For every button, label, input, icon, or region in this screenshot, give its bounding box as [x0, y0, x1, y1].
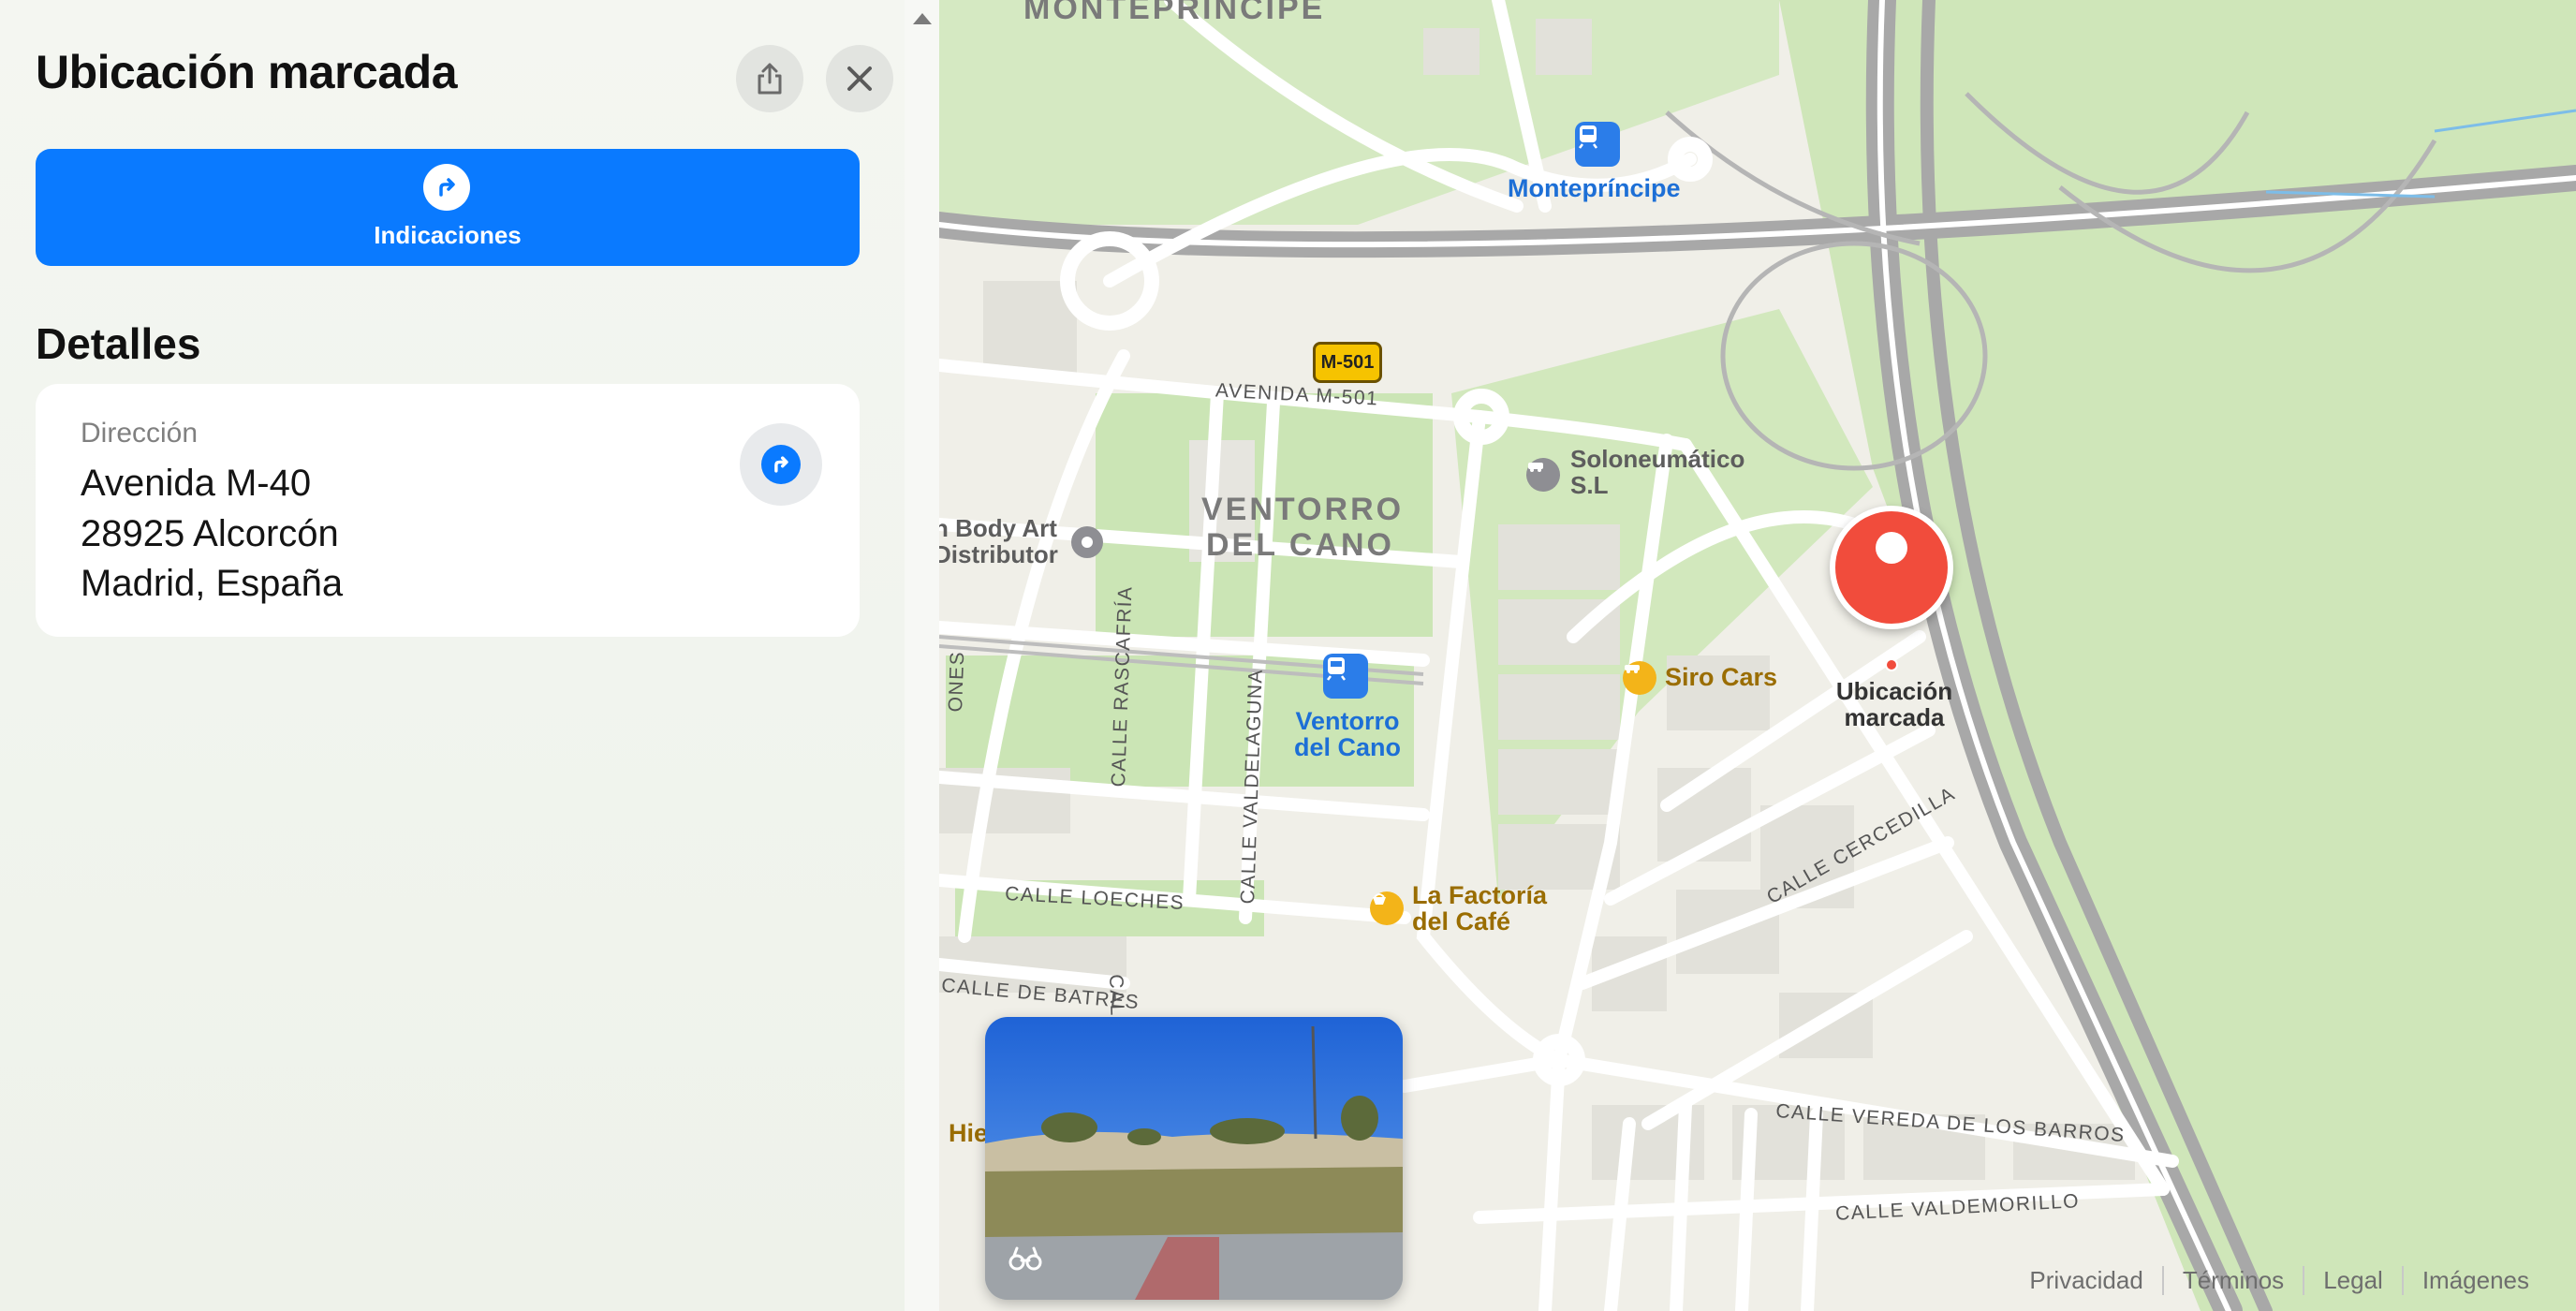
look-around-image — [985, 1017, 1403, 1300]
look-around-preview[interactable] — [985, 1017, 1403, 1300]
close-icon — [847, 66, 872, 91]
poi-partial-label[interactable]: Hie — [949, 1119, 988, 1148]
panel-title: Ubicación marcada — [36, 46, 458, 98]
address-line-city[interactable]: 28925 Alcorcón — [81, 513, 339, 555]
directions-button[interactable]: Indicaciones — [36, 149, 860, 266]
dropped-pin[interactable] — [1830, 506, 1953, 629]
pin-icon — [1876, 532, 1907, 564]
address-card: Dirección Avenida M-40 28925 Alcorcón Ma… — [36, 384, 860, 637]
district-label-top: MONTEPRÍNCIPE — [1023, 0, 1326, 26]
poi-monteprincipe-label[interactable]: Montepríncipe — [1508, 174, 1681, 203]
address-line-region[interactable]: Madrid, España — [81, 563, 343, 605]
share-button[interactable] — [736, 45, 803, 112]
street-ones-partial: ONES — [945, 650, 969, 713]
car-dealer-icon[interactable] — [1623, 661, 1656, 695]
map-canvas[interactable]: MONTEPRÍNCIPE VENTORRO DEL CANO M-501 AV… — [939, 0, 2576, 1311]
place-panel: Ubicación marcada Indicaciones Detalles … — [0, 0, 905, 1311]
poi-ventorro-label[interactable]: Ventorro del Cano — [1291, 708, 1404, 760]
pin-label[interactable]: Ubicación marcada — [1824, 678, 1965, 730]
footer-link-privacy[interactable]: Privacidad — [2010, 1266, 2161, 1295]
directions-icon — [423, 164, 470, 211]
poi-factoria-label[interactable]: La Factoría del Café — [1412, 882, 1547, 935]
poi-siro-cars-label[interactable]: Siro Cars — [1665, 663, 1777, 692]
road-shield-m501[interactable]: M-501 — [1313, 342, 1382, 383]
district-label-line2: DEL CANO — [1206, 527, 1394, 563]
scroll-up-arrow[interactable] — [913, 13, 932, 24]
details-heading: Detalles — [36, 319, 201, 368]
cafe-icon[interactable] — [1370, 891, 1404, 925]
tram-stop-icon[interactable] — [1323, 654, 1368, 699]
tram-stop-icon[interactable] — [1575, 122, 1620, 167]
footer-link-legal[interactable]: Legal — [2303, 1266, 2402, 1295]
address-label: Dirección — [81, 418, 199, 449]
close-button[interactable] — [826, 45, 893, 112]
poi-body-art-label[interactable]: n Body Art Distributor — [939, 515, 1058, 567]
store-icon[interactable] — [1071, 526, 1103, 558]
map-footer-links: Privacidad Términos Legal Imágenes — [2010, 1266, 2548, 1295]
district-label-line1: VENTORRO — [1201, 492, 1405, 527]
directions-label: Indicaciones — [374, 221, 522, 249]
address-directions-button[interactable] — [740, 423, 822, 506]
poi-soloneumatico-label[interactable]: Soloneumático S.L — [1570, 446, 1744, 498]
address-line-street[interactable]: Avenida M-40 — [81, 463, 311, 505]
footer-link-terms[interactable]: Términos — [2161, 1266, 2303, 1295]
footer-link-images[interactable]: Imágenes — [2401, 1266, 2548, 1295]
panel-scrollbar[interactable] — [905, 0, 939, 1311]
car-service-icon[interactable] — [1526, 458, 1560, 492]
directions-icon — [761, 445, 801, 484]
share-icon — [758, 63, 782, 95]
